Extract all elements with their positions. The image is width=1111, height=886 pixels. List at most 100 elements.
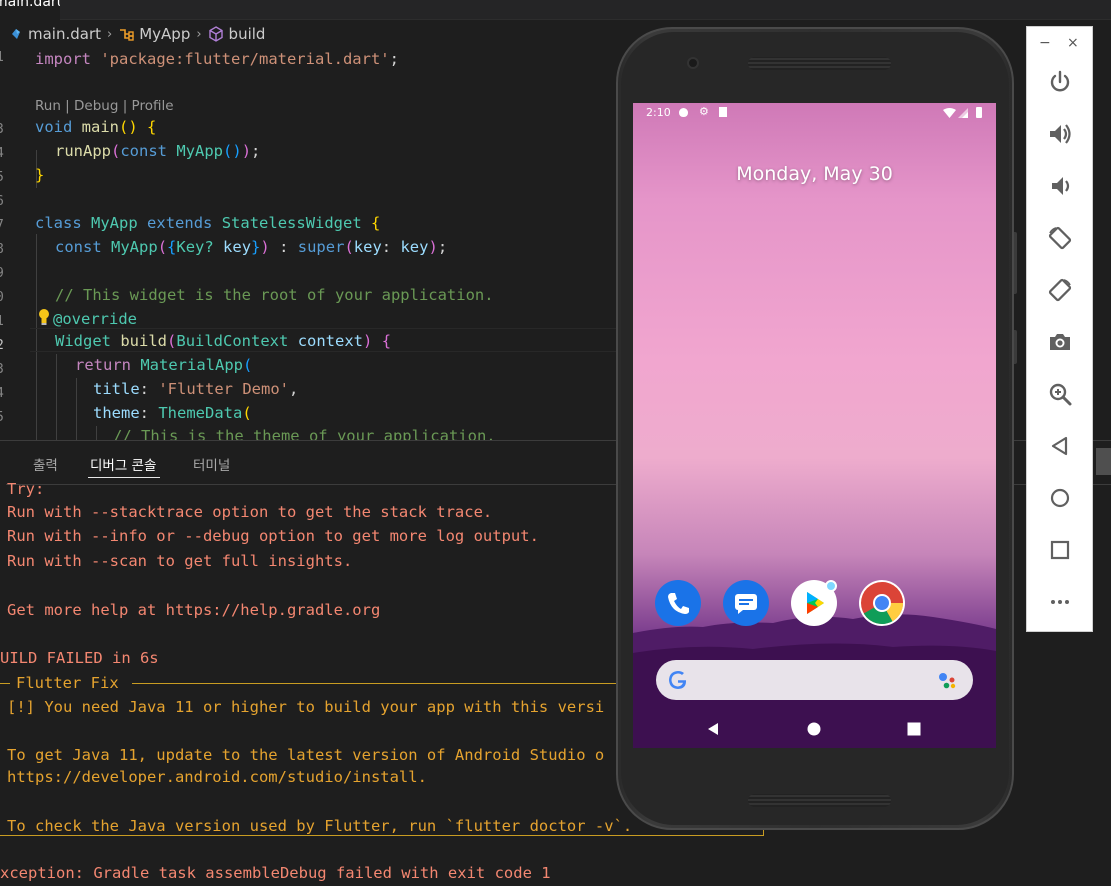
google-search-bar[interactable] [656, 660, 973, 700]
code-editor[interactable]: 1 3 4 5 6 7 8 9 0 1 2 3 4 5 import 'pack… [0, 46, 620, 440]
dart-file-icon [12, 29, 20, 39]
token: key [400, 238, 429, 256]
speaker-grille-top [748, 57, 891, 70]
messages-app-icon[interactable] [723, 580, 769, 626]
volume-up-icon[interactable] [1045, 119, 1075, 149]
overview-icon[interactable] [1045, 535, 1075, 565]
token: extends [147, 214, 213, 232]
token: BuildContext [176, 332, 289, 350]
code-line: const MyApp({Key? key}) : super(key: key… [55, 238, 448, 256]
token: Key? [176, 238, 214, 256]
line-number: 4 [0, 386, 6, 401]
lockscreen-date-widget[interactable]: Monday, May 30 [633, 163, 996, 185]
code-line: theme: ThemeData( [93, 404, 252, 422]
token: ; [389, 50, 399, 68]
tab-main-dart[interactable]: main.dart [0, 0, 60, 20]
console-line-flutter-fix: Flutter Fix [16, 674, 119, 692]
code-comment: // This widget is the root of your appli… [55, 286, 494, 304]
token: super [297, 238, 345, 256]
nav-home-icon[interactable] [807, 722, 821, 736]
tab-debug-console[interactable]: 디버그 콘솔 [87, 454, 161, 478]
line-number-current: 2 [0, 338, 6, 353]
status-bar: 2:10 ⚙ [633, 103, 996, 125]
token: class [35, 214, 82, 232]
zoom-icon[interactable] [1045, 379, 1075, 409]
breadcrumb: main.dart › MyApp › build [0, 22, 265, 46]
code-line: return MaterialApp( [75, 356, 253, 374]
tab-terminal[interactable]: 터미널 [193, 454, 230, 474]
token: return [75, 356, 131, 374]
indent-guide [76, 378, 77, 440]
token: 'package:flutter/material.dart' [100, 50, 390, 68]
token: MyApp [111, 238, 158, 256]
token: StatelessWidget [221, 214, 362, 232]
codelens-run-debug-profile[interactable]: Run | Debug | Profile [35, 98, 174, 114]
nav-recents-icon[interactable] [907, 722, 921, 736]
console-line: To get Java 11, update to the latest ver… [7, 746, 605, 764]
code-line: Widget build(BuildContext context) { [55, 332, 392, 350]
token: const [55, 238, 102, 256]
chrome-app-icon[interactable] [859, 580, 905, 626]
wifi-icon [943, 108, 956, 118]
line-number: 0 [0, 290, 6, 305]
indent-guide [96, 426, 97, 440]
close-button[interactable]: × [1067, 35, 1079, 51]
back-icon[interactable] [1045, 431, 1075, 461]
scrollbar-thumb[interactable] [1096, 448, 1111, 475]
line-number: 9 [0, 266, 6, 281]
signal-icon [958, 108, 968, 118]
line-number: 5 [0, 170, 6, 185]
phone-screen[interactable]: 2:10 ⚙ Monday, May 30 [633, 103, 996, 748]
code-comment: // This is the theme of your application… [113, 427, 496, 440]
battery-icon [976, 107, 982, 118]
console-line: [!] You need Java 11 or higher to build … [7, 698, 605, 716]
token: key [223, 238, 252, 256]
breadcrumb-method[interactable]: build [229, 25, 266, 43]
token: MaterialApp [140, 356, 243, 374]
console-line: Get more help at https://help.gradle.org [7, 601, 381, 619]
code-line: runApp(const MyApp()); [55, 142, 261, 160]
token: ThemeData [158, 404, 243, 422]
volume-down-icon[interactable] [1045, 171, 1075, 201]
more-icon[interactable] [1045, 587, 1075, 617]
google-assistant-icon[interactable] [938, 671, 958, 689]
token: Widget [55, 332, 111, 350]
power-icon[interactable] [1045, 67, 1075, 97]
nav-back-icon[interactable] [706, 722, 720, 736]
sd-card-icon [719, 107, 727, 117]
class-icon [120, 29, 134, 41]
camera-icon[interactable] [1045, 327, 1075, 357]
phone-app-icon[interactable] [655, 580, 701, 626]
code-line: import 'package:flutter/material.dart'; [35, 47, 399, 71]
notification-dot [825, 580, 837, 592]
token: import [35, 50, 91, 68]
line-number: 6 [0, 194, 6, 209]
editor-tab-strip: main.dart [0, 0, 1111, 20]
console-line: Run with --info or --debug option to get… [7, 527, 539, 545]
console-line: Run with --scan to get full insights. [7, 552, 353, 570]
token: theme [93, 404, 140, 422]
lightbulb-icon[interactable] [37, 308, 51, 326]
console-line: xception: Gradle task assembleDebug fail… [0, 864, 551, 882]
token: MyApp [91, 214, 138, 232]
play-store-app-icon[interactable] [791, 580, 837, 626]
breadcrumb-class[interactable]: MyApp [139, 25, 190, 43]
token: main [81, 118, 119, 136]
line-number: 1 [0, 50, 6, 65]
home-icon[interactable] [1045, 483, 1075, 513]
tab-output[interactable]: 출력 [33, 454, 58, 474]
token: context [297, 332, 364, 350]
token: runApp [55, 142, 111, 160]
rotate-left-icon[interactable] [1045, 223, 1075, 253]
console-line: UILD FAILED in 6s [0, 649, 159, 667]
rotate-right-icon[interactable] [1045, 275, 1075, 305]
minimize-button[interactable]: − [1039, 35, 1051, 51]
line-number: 4 [0, 146, 6, 161]
front-camera [687, 57, 699, 69]
emulator-toolbar: − × [1026, 26, 1093, 632]
line-number: 7 [0, 218, 6, 233]
shield-icon [679, 108, 688, 117]
breadcrumb-file[interactable]: main.dart [28, 25, 101, 43]
code-line: class MyApp extends StatelessWidget { [35, 214, 381, 232]
code-line: void main() { [35, 118, 157, 136]
